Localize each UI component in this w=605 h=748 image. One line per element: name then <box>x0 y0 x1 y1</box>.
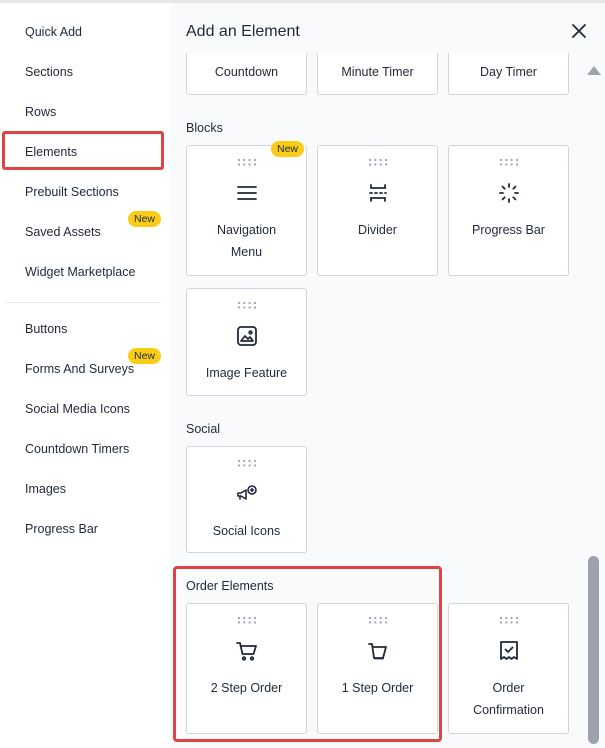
sidebar-item-rows[interactable]: Rows <box>25 105 56 119</box>
card-label: Countdown <box>214 65 279 79</box>
element-card-order-confirmation[interactable]: Order Confirmation <box>448 603 569 734</box>
sidebar-item-prebuilt-sections[interactable]: Prebuilt Sections <box>25 185 119 199</box>
sidebar-item-images[interactable]: Images <box>25 482 66 496</box>
receipt-check-icon <box>497 639 521 663</box>
drag-handle-icon[interactable] <box>499 158 519 166</box>
drag-handle-icon[interactable] <box>237 459 257 467</box>
sidebar-item-sections[interactable]: Sections <box>25 65 73 79</box>
card-label: Progress Bar <box>472 223 545 237</box>
new-badge: New <box>128 211 162 227</box>
new-badge: New <box>128 348 162 364</box>
element-card-divider[interactable]: Divider <box>317 145 438 276</box>
sidebar-item-widget-marketplace[interactable]: Widget Marketplace <box>25 265 135 279</box>
element-card-progress-bar[interactable]: Progress Bar <box>448 145 569 276</box>
card-label: Confirmation <box>473 703 544 717</box>
panel-title: Add an Element <box>186 23 300 40</box>
sidebar: Quick Add Sections Rows Elements Prebuil… <box>0 3 170 748</box>
drag-handle-icon[interactable] <box>237 158 257 166</box>
element-card-day-timer[interactable]: Day Timer <box>448 53 569 95</box>
sidebar-item-buttons[interactable]: Buttons <box>25 322 67 336</box>
social-icon <box>235 482 259 506</box>
sidebar-item-quick-add[interactable]: Quick Add <box>25 25 82 39</box>
element-card-social-icons[interactable]: Social Icons <box>186 446 307 553</box>
scrollbar-thumb[interactable] <box>588 556 599 744</box>
card-label: Minute Timer <box>341 65 414 79</box>
card-label: Day Timer <box>480 65 537 79</box>
sidebar-item-countdown-timers[interactable]: Countdown Timers <box>25 442 129 456</box>
card-label: Divider <box>358 223 397 237</box>
element-card-navigation-menu[interactable]: Navigation Menu <box>186 145 307 276</box>
card-label: Navigation <box>216 223 277 237</box>
card-label: Order <box>492 681 525 695</box>
section-heading-social: Social <box>186 422 221 436</box>
loader-icon <box>497 181 521 205</box>
sidebar-item-saved-assets[interactable]: Saved Assets <box>25 225 101 239</box>
drag-handle-icon[interactable] <box>499 616 519 624</box>
divider-icon <box>366 181 390 205</box>
element-card-image-feature[interactable]: Image Feature <box>186 288 307 396</box>
sidebar-item-social-media-icons[interactable]: Social Media Icons <box>25 402 130 416</box>
scroll-up-arrow-icon[interactable] <box>587 66 601 75</box>
card-label: Menu <box>230 245 263 259</box>
card-label: Image Feature <box>205 366 288 380</box>
sidebar-item-progress-bar[interactable]: Progress Bar <box>25 522 98 536</box>
sidebar-item-elements[interactable]: Elements <box>25 145 77 159</box>
menu-icon <box>235 181 259 205</box>
element-card-countdown[interactable]: Countdown <box>186 53 307 95</box>
sidebar-item-forms-and-surveys[interactable]: Forms And Surveys <box>25 362 134 376</box>
new-badge: New <box>271 141 305 157</box>
drag-handle-icon[interactable] <box>237 301 257 309</box>
sidebar-divider <box>5 302 161 303</box>
image-icon <box>235 324 259 348</box>
drag-handle-icon[interactable] <box>368 158 388 166</box>
order-elements-highlight <box>173 566 442 742</box>
section-heading-blocks: Blocks <box>186 121 223 135</box>
close-icon[interactable] <box>569 21 589 41</box>
element-card-minute-timer[interactable]: Minute Timer <box>317 53 438 95</box>
card-label: Social Icons <box>212 524 281 538</box>
